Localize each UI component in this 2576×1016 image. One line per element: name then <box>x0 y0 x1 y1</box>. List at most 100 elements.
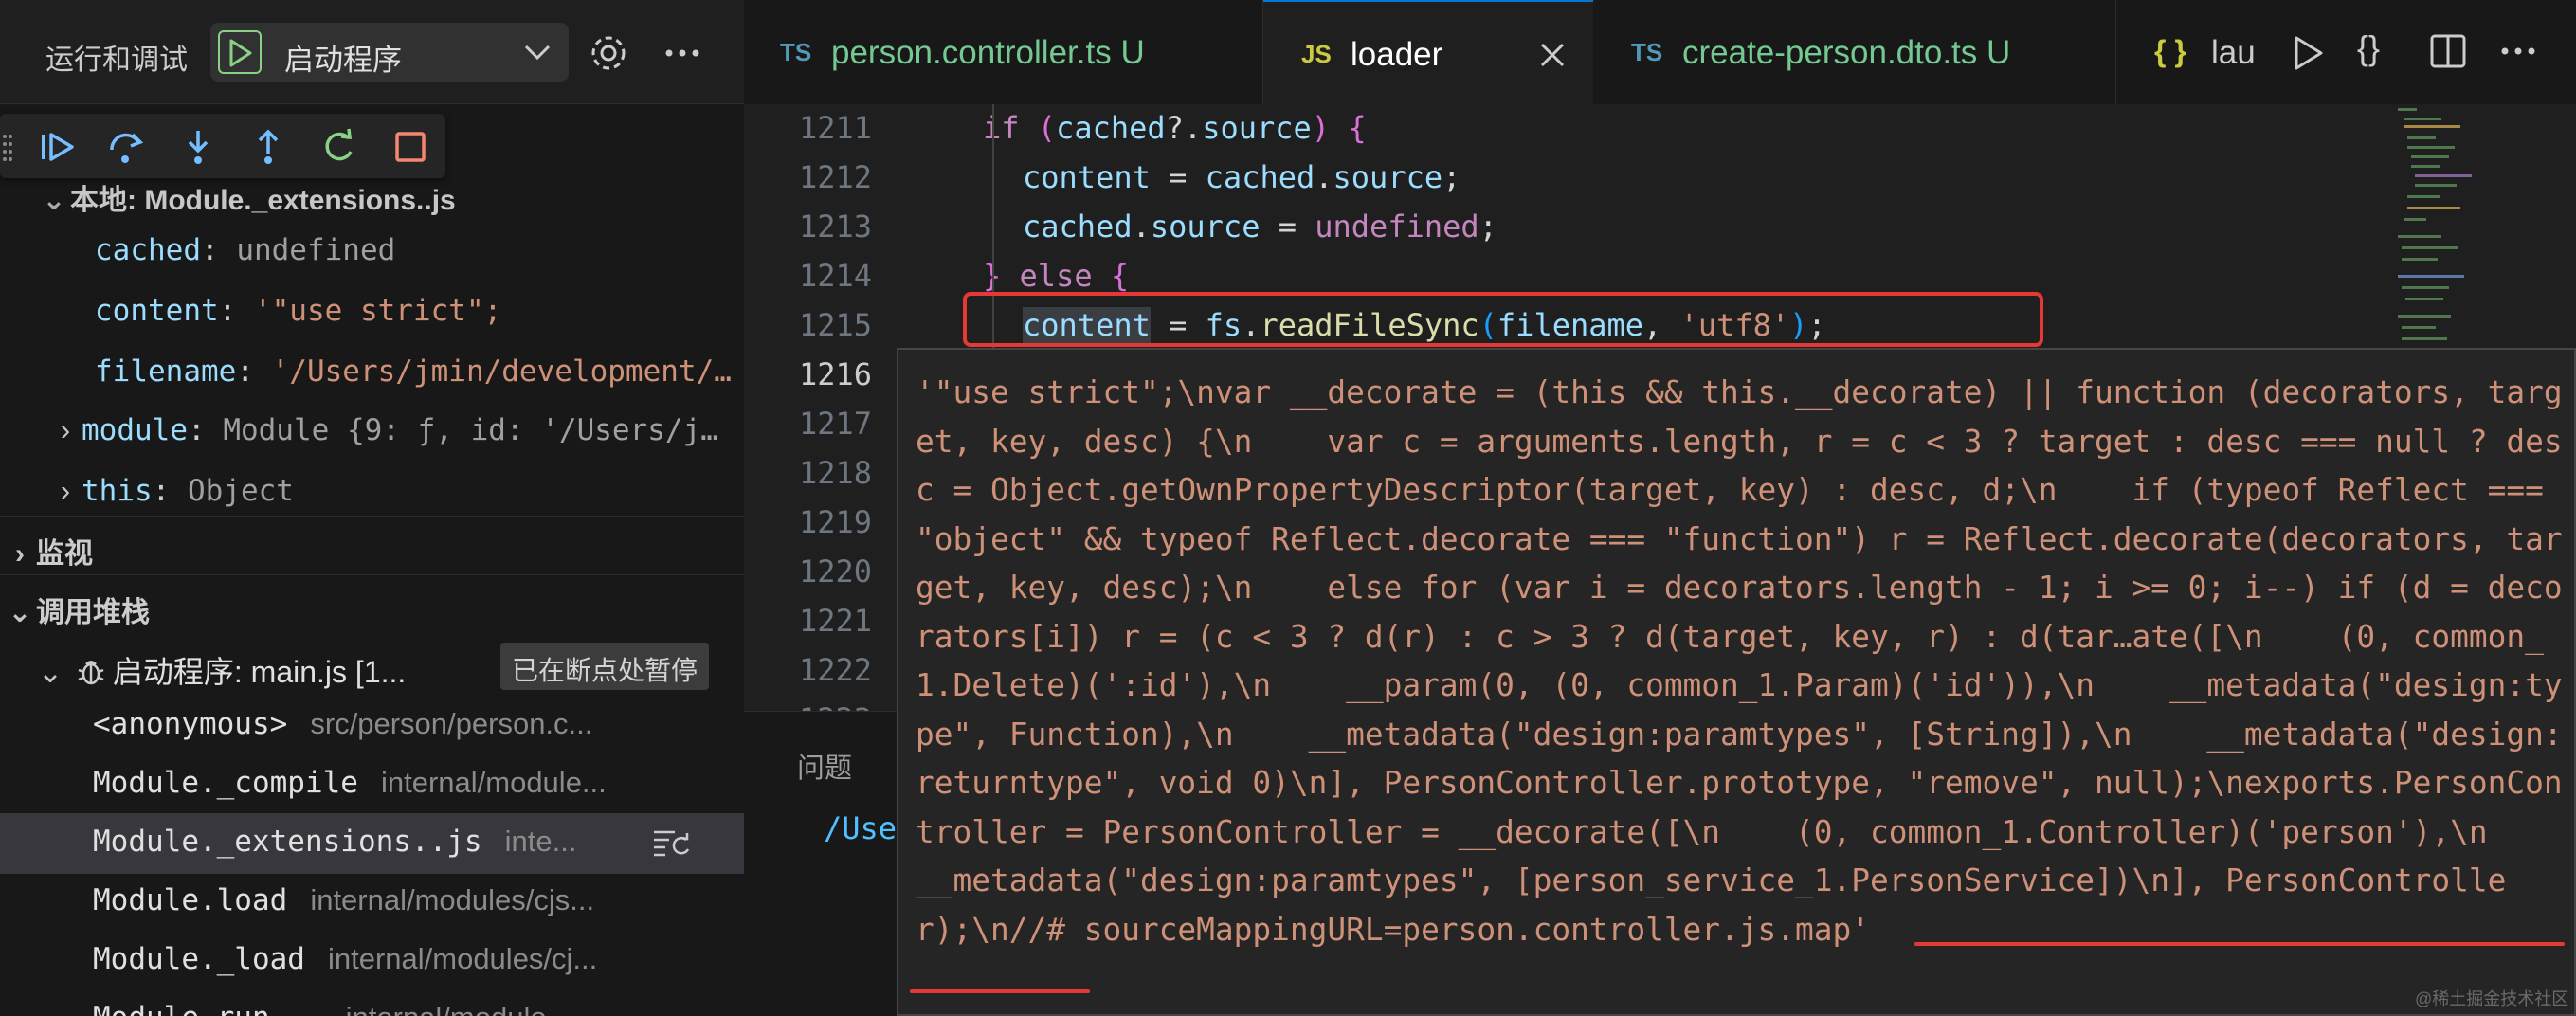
line-number: 1211 <box>798 110 872 146</box>
step-out-icon[interactable] <box>246 125 290 169</box>
run-icon[interactable] <box>2291 34 2325 77</box>
line-number-current: 1216 <box>798 356 872 392</box>
frame-source: internal/modules/cj... <box>327 942 598 975</box>
launch-config-label: 启动程序 <box>284 44 402 77</box>
tab-person-controller[interactable]: TS person.controller.ts U <box>744 0 1263 104</box>
variable-value: undefined <box>236 233 396 267</box>
frame-source: inte... <box>504 825 577 858</box>
frame-function: Module._extensions..js <box>93 825 482 859</box>
continue-icon[interactable] <box>36 125 80 169</box>
line-number: 1219 <box>798 504 872 540</box>
hover-value-text: '"use strict";\nvar __decorate = (this &… <box>916 374 2563 948</box>
stack-frame[interactable]: Module.run... internal/module... <box>93 989 744 1016</box>
chevron-right-icon: › <box>15 538 25 570</box>
variable-row[interactable]: › this: Object <box>0 463 744 521</box>
braces-icon[interactable]: {} <box>2357 28 2380 68</box>
stack-frame[interactable]: Module._compile internal/module... <box>93 754 744 813</box>
tab-problems[interactable]: 问题 <box>797 746 852 786</box>
panel-path-text: /Use <box>824 810 898 846</box>
variable-row[interactable]: filename: '/Users/jmin/development/… <box>0 343 744 402</box>
frame-source: src/person/person.c... <box>310 707 593 740</box>
chevron-down-icon[interactable] <box>523 40 552 69</box>
typescript-file-icon: TS <box>1631 38 1663 66</box>
tab-label: loader <box>1351 36 1443 73</box>
stack-frame[interactable]: Module.load internal/modules/cjs... <box>93 872 744 931</box>
launch-config-selector[interactable]: 启动程序 <box>210 23 569 82</box>
debug-toolbar[interactable] <box>0 114 445 178</box>
variable-row[interactable]: cached: undefined <box>0 222 744 281</box>
sidebar-header: 运行和调试 启动程序 <box>0 0 744 104</box>
split-editor-icon[interactable] <box>2429 32 2467 75</box>
chevron-right-icon[interactable]: › <box>49 413 82 447</box>
debug-session-name: 启动程序: main.js [1... <box>112 655 407 689</box>
debug-session-icon <box>75 656 107 696</box>
variable-name: content <box>95 294 219 328</box>
variable-name: this <box>82 474 153 508</box>
line-number: 1215 <box>798 307 872 343</box>
line-number: 1218 <box>798 455 872 491</box>
annotation-underline <box>910 989 1090 993</box>
line-number: 1214 <box>798 258 872 294</box>
variable-value: '"use strict"; <box>253 294 502 328</box>
stack-frame[interactable]: <anonymous> src/person/person.c... <box>93 696 744 754</box>
restart-icon[interactable] <box>318 125 362 169</box>
code-line: cached.source = undefined; <box>1023 209 1497 245</box>
variable-value: Module {9: ƒ, id: '/Users/j… <box>223 413 718 447</box>
callstack-section-header[interactable]: ⌄ 调用堆栈 <box>0 574 744 633</box>
editor-actions: {} <box>2270 0 2576 104</box>
variable-row[interactable]: content: '"use strict"; <box>0 282 744 341</box>
line-number: 1212 <box>798 159 872 195</box>
frame-function: Module._load <box>93 942 305 976</box>
callstack-label: 调用堆栈 <box>36 597 150 628</box>
line-number: 1223 <box>744 701 872 711</box>
variable-value: Object <box>187 474 294 508</box>
step-into-icon[interactable] <box>176 125 220 169</box>
tab-git-status: U <box>1986 34 2011 71</box>
stack-frame-selected[interactable]: Module._extensions..js inte... <box>93 813 744 872</box>
chevron-down-icon: ⌄ <box>42 185 66 216</box>
chevron-down-icon: ⌄ <box>37 655 63 689</box>
frame-function: <anonymous> <box>93 707 288 741</box>
step-over-icon[interactable] <box>104 125 148 169</box>
tab-create-person-dto[interactable]: TS create-person.dto.ts U <box>1593 0 2116 104</box>
locals-scope-header[interactable]: ⌄ 本地: Module._extensions..js <box>38 176 455 218</box>
restart-frame-icon[interactable] <box>652 826 694 865</box>
gear-icon[interactable] <box>588 32 629 79</box>
debug-sidebar: 运行和调试 启动程序 ⌄本地: Module._extensions..js <box>0 0 744 1016</box>
tab-loader[interactable]: JS loader <box>1263 0 1593 104</box>
annotation-underline <box>1914 942 2565 946</box>
tab-label: lau <box>2211 34 2256 71</box>
tab-launch-json[interactable]: { } lau <box>2116 0 2270 104</box>
start-debugging-play-icon[interactable] <box>218 30 262 74</box>
tab-git-status: U <box>1120 34 1145 71</box>
line-number: 1220 <box>798 553 872 590</box>
json-file-icon: { } <box>2154 34 2186 68</box>
line-number: 1221 <box>798 603 872 639</box>
annotation-highlight-box <box>963 292 2043 347</box>
watch-label: 监视 <box>36 538 93 570</box>
tab-label: create-person.dto.ts <box>1682 34 1978 71</box>
tab-label: person.controller.ts <box>831 34 1112 71</box>
frame-source: internal/modules/cjs... <box>310 883 595 916</box>
code-line: } else { <box>983 258 1130 294</box>
code-line: content = cached.source; <box>1023 159 1461 195</box>
variable-row[interactable]: › module: Module {9: ƒ, id: '/Users/j… <box>0 402 744 461</box>
watch-section-header[interactable]: › 监视 <box>0 516 744 574</box>
typescript-file-icon: TS <box>780 38 812 66</box>
close-icon[interactable] <box>1538 40 1567 78</box>
stack-frame[interactable]: Module._load internal/modules/cj... <box>93 931 744 989</box>
chevron-right-icon[interactable]: › <box>49 474 82 508</box>
javascript-file-icon: JS <box>1301 40 1332 68</box>
stop-icon[interactable] <box>389 125 432 169</box>
paused-status-badge: 已在断点处暂停 <box>500 643 710 690</box>
frame-source: internal/module... <box>346 1001 571 1016</box>
frame-function: Module.run... <box>93 1001 323 1016</box>
variable-name: filename <box>95 354 237 389</box>
more-actions-icon[interactable] <box>662 32 703 79</box>
line-number: 1213 <box>798 209 872 245</box>
debug-hover-tooltip: '"use strict";\nvar __decorate = (this &… <box>897 348 2576 1016</box>
more-actions-icon[interactable] <box>2497 32 2539 75</box>
variable-name: module <box>82 413 188 447</box>
drag-handle-icon[interactable] <box>2 133 13 166</box>
chevron-down-icon: ⌄ <box>8 597 32 628</box>
